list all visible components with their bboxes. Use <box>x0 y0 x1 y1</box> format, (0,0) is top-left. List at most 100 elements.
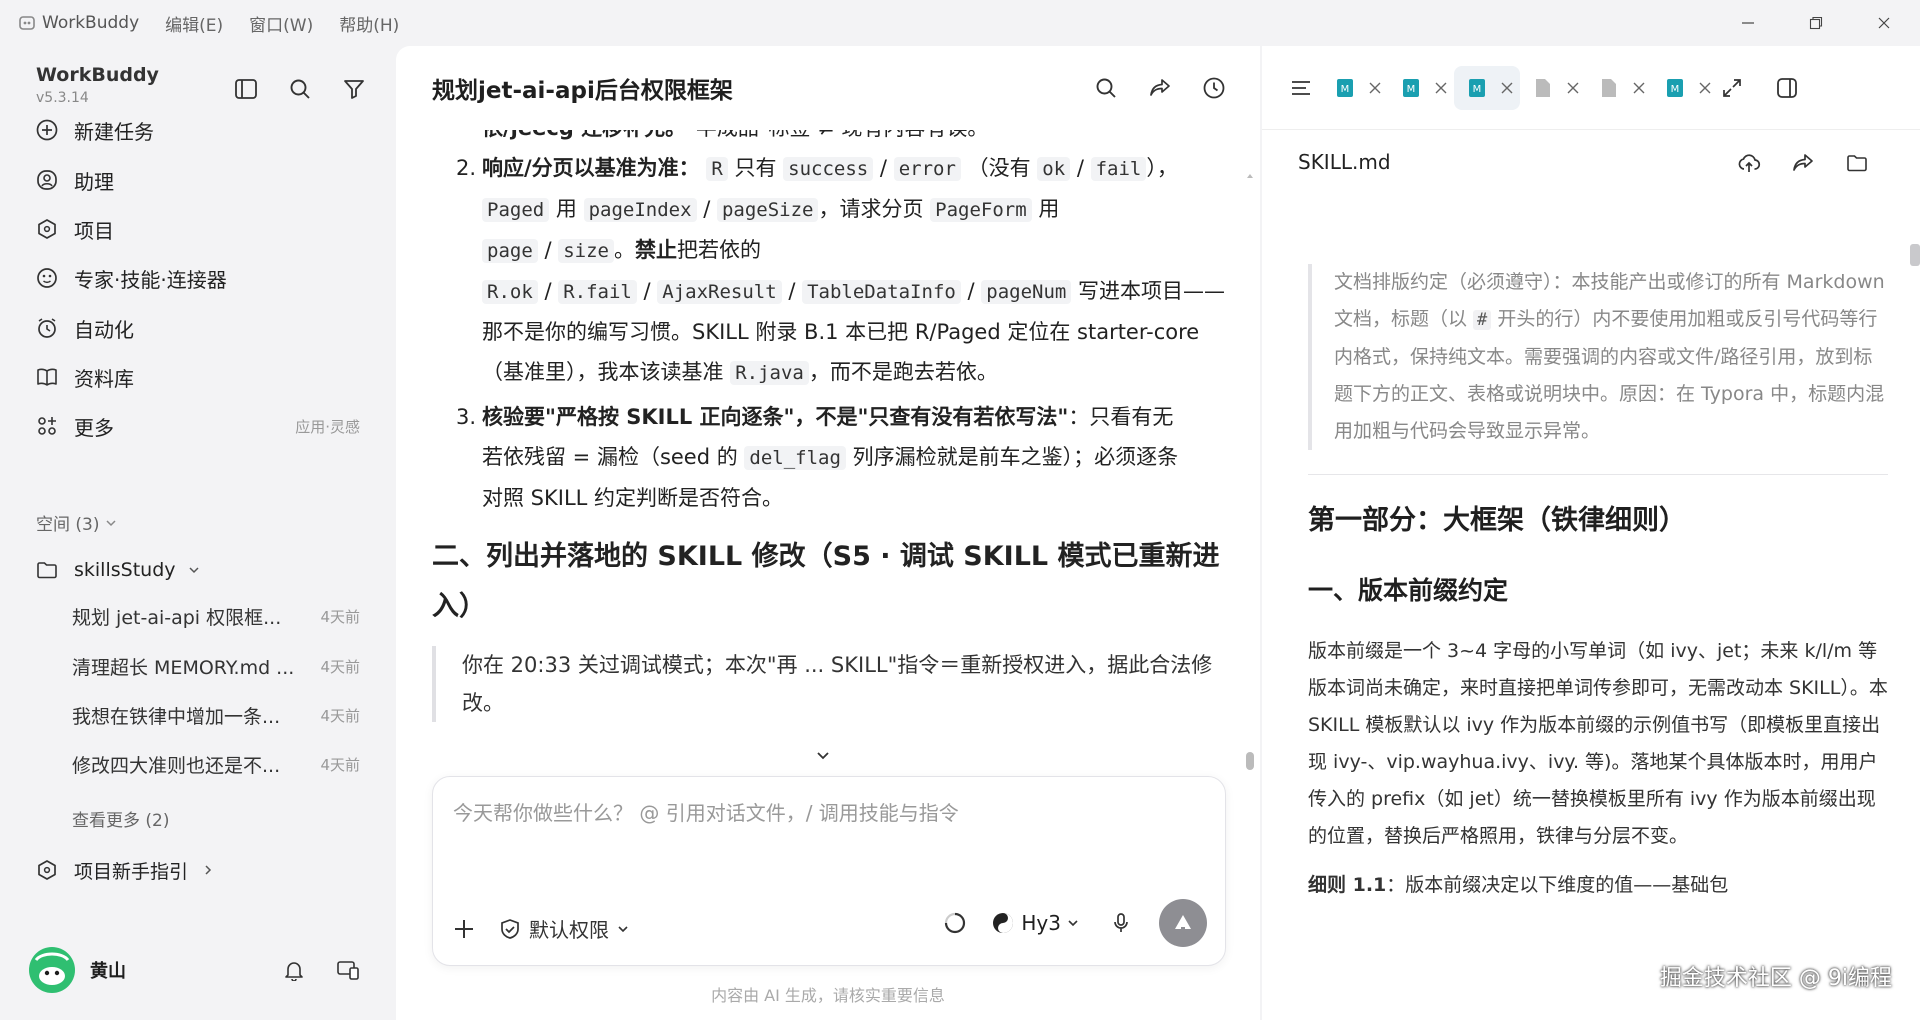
notifications-button[interactable] <box>278 954 310 986</box>
message-composer[interactable]: 今天帮你做些什么？ @ 引用对话文件，/ 调用技能与指令 默认权限 Hy3 <box>432 776 1226 966</box>
nav-experts-skills[interactable]: 专家·技能·连接器 <box>24 256 374 300</box>
upload-button[interactable] <box>1732 146 1766 180</box>
app-logo-icon <box>19 16 35 30</box>
task-item[interactable]: 我想在铁律中增加一条... 4天前 <box>72 695 362 735</box>
add-attachment-icon[interactable] <box>453 918 475 940</box>
folder-skillsstudy[interactable]: skillsStudy <box>24 548 374 592</box>
expand-icon[interactable] <box>1722 78 1742 98</box>
filter-icon <box>344 80 364 99</box>
nav-project[interactable]: 项目 <box>24 207 374 251</box>
file-tab[interactable]: M <box>1388 66 1454 110</box>
nav-library[interactable]: 资料库 <box>24 355 374 399</box>
chat-share-button[interactable] <box>1142 70 1178 106</box>
inline-code: size <box>558 239 614 263</box>
close-icon[interactable] <box>1500 81 1514 95</box>
send-button[interactable] <box>1159 899 1207 947</box>
devices-button[interactable] <box>332 954 364 986</box>
task-title: 我想在铁律中增加一条... <box>72 705 281 728</box>
minimize-button[interactable] <box>1720 0 1776 46</box>
app-name: WorkBuddy <box>42 13 140 33</box>
chat-scrollbar[interactable] <box>1246 172 1254 772</box>
chat-history-button[interactable] <box>1196 70 1232 106</box>
close-icon[interactable] <box>1368 81 1382 95</box>
doc-share-button[interactable] <box>1786 146 1820 180</box>
close-icon[interactable] <box>1434 81 1448 95</box>
file-tab[interactable] <box>1520 66 1586 110</box>
avatar <box>29 947 75 993</box>
toggle-sidebar-button[interactable] <box>229 72 263 106</box>
nav-label: 自动化 <box>74 317 134 342</box>
nav-label: 资料库 <box>74 366 134 391</box>
close-icon[interactable] <box>1698 81 1712 95</box>
file-tabs: M M M M <box>1262 46 1920 130</box>
panel-toggle-icon[interactable] <box>1776 77 1798 99</box>
permission-selector[interactable]: 默认权限 <box>499 914 629 943</box>
text: （基准里），我本该读基准 <box>482 360 731 384</box>
document-scrollbar-thumb[interactable] <box>1910 244 1920 266</box>
svg-text:M: M <box>1671 84 1680 95</box>
text: 用 <box>549 197 584 221</box>
chat-title: 规划jet-ai-api后台权限框架 <box>432 78 733 104</box>
bold-text: 依/jeecg 迁移补充。 <box>482 130 686 140</box>
nav-label: 更多 <box>74 415 114 440</box>
file-tab-active[interactable]: M <box>1454 65 1520 110</box>
chat-messages: 依/jeecg 迁移补充。"半成品"标签 ≠ 现有内容有误。 2. 响应/分页以… <box>432 130 1232 810</box>
open-folder-button[interactable] <box>1840 146 1874 180</box>
text: ）， <box>1146 156 1178 180</box>
send-arrow-icon <box>1175 915 1191 929</box>
shield-check-icon <box>501 918 519 939</box>
close-icon[interactable] <box>1632 81 1646 95</box>
file-tab[interactable] <box>1586 66 1652 110</box>
close-window-button[interactable] <box>1856 0 1912 46</box>
menu-edit[interactable]: 编辑(E) <box>165 11 223 36</box>
message-text: 依/jeecg 迁移补充。"半成品"标签 ≠ 现有内容有误。 <box>432 130 1232 148</box>
inline-code: fail <box>1090 157 1147 181</box>
search-button[interactable] <box>283 72 317 106</box>
filter-button[interactable] <box>337 72 371 106</box>
nav-more[interactable]: 更多 应用·灵感 <box>24 404 374 448</box>
task-item[interactable]: 清理超长 MEMORY.md ... 4天前 <box>72 646 362 686</box>
title-bar: WorkBuddy 编辑(E) 窗口(W) 帮助(H) <box>0 0 1920 46</box>
text: 若依残留 = 漏检（seed 的 <box>482 445 745 469</box>
bold-text: 细则 1.1 <box>1308 874 1387 896</box>
svg-text:M: M <box>1341 84 1350 95</box>
inline-code: success <box>783 157 874 181</box>
text: ：只看有无 <box>1068 405 1174 429</box>
composer-input[interactable]: 今天帮你做些什么？ @ 引用对话文件，/ 调用技能与指令 <box>453 797 959 826</box>
divider <box>1308 474 1888 475</box>
nav-automation[interactable]: 自动化 <box>24 306 374 350</box>
microphone-icon[interactable] <box>1109 911 1133 935</box>
nav-project-guide[interactable]: 项目新手指引 <box>24 848 374 892</box>
devices-icon <box>337 961 359 980</box>
user-profile[interactable]: 黄山 <box>28 946 126 994</box>
inline-code: del_flag <box>744 446 846 470</box>
model-name: Hy3 <box>1021 911 1061 935</box>
close-icon[interactable] <box>1566 81 1580 95</box>
nav-new-task[interactable]: 新建任务 <box>24 108 374 152</box>
folder-icon <box>1847 155 1867 172</box>
file-tab[interactable]: M <box>1652 66 1718 110</box>
text: "半成品"标签 ≠ 现有内容有误。 <box>686 130 988 140</box>
nav-assistant[interactable]: 助理 <box>24 158 374 202</box>
file-tab[interactable]: M <box>1322 66 1388 110</box>
menu-help[interactable]: 帮助(H) <box>339 11 399 36</box>
restore-button[interactable] <box>1788 0 1844 46</box>
see-more-link[interactable]: 查看更多 (2) <box>72 806 169 831</box>
text: 那不是你的编写习惯。SKILL 附录 B.1 本已把 R/Paged 定位在 s… <box>482 320 1200 344</box>
spaces-header[interactable]: 空间 (3) <box>36 510 117 535</box>
book-icon <box>34 364 60 390</box>
app-version: v5.3.14 <box>36 90 89 106</box>
task-item[interactable]: 修改四大准则也还是不... 4天前 <box>72 744 362 784</box>
menu-window[interactable]: 窗口(W) <box>249 11 313 36</box>
task-item[interactable]: 规划 jet-ai-api 权限框... 4天前 <box>72 596 362 636</box>
text: 列序漏检就是前车之鉴）；必须逐条 <box>845 445 1179 469</box>
model-selector[interactable]: Hy3 <box>991 911 1079 935</box>
inline-code: # <box>1473 310 1492 330</box>
spaces-label: 空间 (3) <box>36 515 100 535</box>
scroll-to-bottom-button[interactable] <box>808 740 838 770</box>
chat-search-button[interactable] <box>1088 70 1124 106</box>
list-item: 3. 核验要"严格按 SKILL 正向逐条"，不是"只查有没有若依写法"：只看有… <box>432 397 1232 518</box>
scrollbar-thumb[interactable] <box>1246 752 1254 770</box>
document-panel: M M M M SKILL.md 文档排版约定（必须遵守）：本技能产出或修订的所… <box>1262 46 1920 1020</box>
tab-list-icon[interactable] <box>1290 77 1312 99</box>
